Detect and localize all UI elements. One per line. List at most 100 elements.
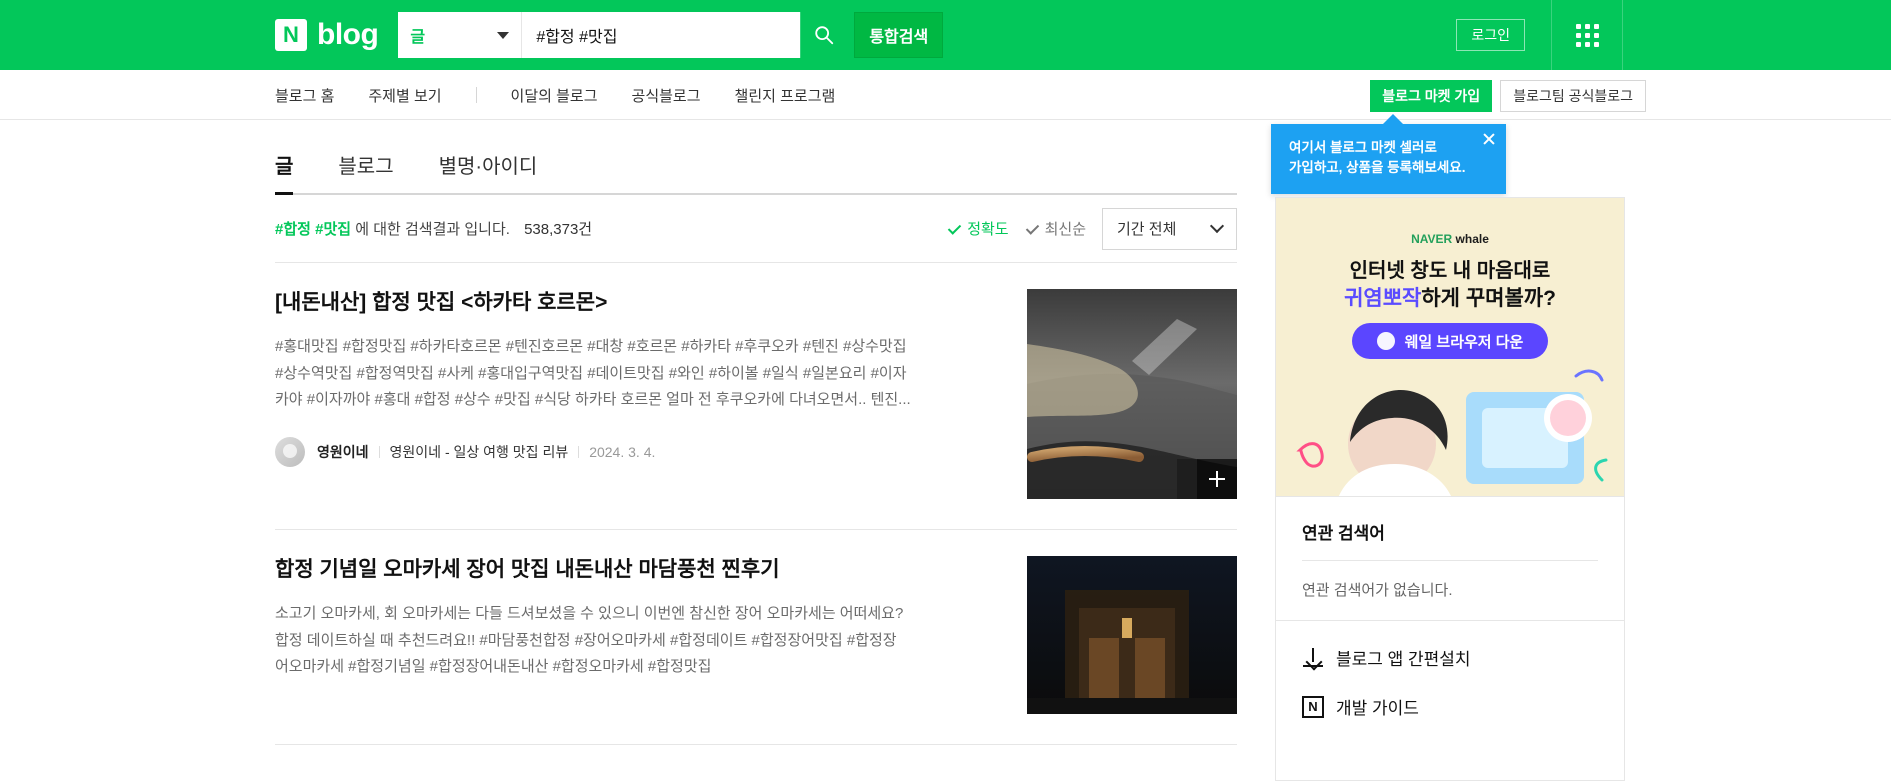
snippet-line: 어오마카세 #합정기념일 #합정장어내돈내산 #합정오마카세 #합정맛집	[275, 657, 712, 675]
subnav-challenge-program[interactable]: 챌린지 프로그램	[735, 85, 836, 106]
snippet-line: 소고기 오마카세, 회 오마카세는 다들 드셔보셨을 수 있으니 이번엔 참신한…	[275, 605, 904, 623]
ad-cta-label: 웨일 브라우저 다운	[1404, 333, 1524, 351]
post-snippet[interactable]: 소고기 오마카세, 회 오마카세는 다들 드셔보셨을 수 있으니 이번엔 참신한…	[275, 601, 1010, 680]
naver-logo-mark-text: N	[283, 22, 299, 47]
sort-accuracy[interactable]: 정확도	[947, 218, 1008, 239]
result-post: [내돈내산] 합정 맛집 <하카타 호르몬> #홍대맛집 #합정맛집 #하카타호…	[275, 263, 1237, 530]
snippet-line: 합정 데이트하실 때 추천드려요!! #마담풍천합정 #장어오마카세 #합정데이…	[275, 631, 897, 649]
ad-line-2: 귀염뽀작하게 꾸며볼까?	[1276, 282, 1624, 312]
ad-line-2-purple: 귀염뽀작	[1344, 287, 1422, 310]
avatar[interactable]	[275, 437, 305, 468]
chevron-down-icon	[1209, 218, 1225, 233]
naver-blog-logo[interactable]: N blog	[275, 19, 379, 51]
search-scope-value: 글	[410, 29, 426, 46]
results-summary: #합정 #맛집 에 대한 검색결과 입니다. 538,373건	[275, 218, 592, 239]
ad-line-1: 인터넷 창도 내 마음대로	[1349, 260, 1551, 282]
post-thumbnail[interactable]	[1027, 556, 1237, 714]
ad-illustration	[1296, 369, 1608, 496]
apps-button[interactable]	[1551, 0, 1623, 70]
search-input[interactable]	[522, 12, 801, 58]
apps-grid-dot	[1593, 23, 1599, 29]
related-searches: 연관 검색어 연관 검색어가 없습니다.	[1275, 497, 1625, 621]
ad-brand-left: NAVER	[1411, 232, 1453, 246]
subnav-monthly-blog[interactable]: 이달의 블로그	[511, 85, 598, 106]
results-summary-row: #합정 #맛집 에 대한 검색결과 입니다. 538,373건 정확도 최신순 …	[275, 195, 1237, 263]
market-join-tooltip: 여기서 블로그 마켓 셀러로 가입하고, 상품을 등록해보세요.	[1271, 114, 1506, 194]
sort-latest-label: 최신순	[1044, 221, 1086, 238]
post-title[interactable]: [내돈내산] 합정 맛집 <하카타 호르몬>	[275, 289, 1010, 316]
subnav-official-blog[interactable]: 공식블로그	[632, 85, 701, 106]
ad-cta-button[interactable]: 웨일 브라우저 다운	[1352, 323, 1548, 359]
apps-grid-dot	[1575, 32, 1581, 38]
integrated-search-button[interactable]: 통합검색	[854, 12, 944, 58]
search-scope-select[interactable]: 글	[398, 12, 523, 58]
tooltip-line-2: 가입하고, 상품을 등록해보세요.	[1289, 159, 1466, 175]
apps-grid-dot	[1575, 41, 1581, 47]
blog-app-install-link[interactable]: 블로그 앱 간편설치	[1276, 621, 1624, 670]
post-body: [내돈내산] 합정 맛집 <하카타 호르몬> #홍대맛집 #합정맛집 #하카타호…	[275, 289, 1010, 499]
subnav-topic-view[interactable]: 주제별 보기	[368, 85, 441, 106]
related-searches-title: 연관 검색어	[1302, 497, 1598, 561]
n-icon: N	[1302, 695, 1324, 718]
check-icon	[1025, 222, 1039, 236]
search-button[interactable]	[800, 12, 847, 58]
tab-posts[interactable]: 글	[275, 150, 294, 195]
sort-latest[interactable]: 최신순	[1025, 218, 1086, 239]
blog-app-install-label: 블로그 앱 간편설치	[1336, 650, 1471, 669]
post-meta: 영원이네 영원이네 - 일상 여행 맛집 리뷰 2024. 3. 4.	[275, 437, 1010, 468]
apps-grid-icon	[1575, 23, 1599, 47]
sub-navigation: 블로그 홈 주제별 보기 이달의 블로그 공식블로그 챌린지 프로그램 블로그 …	[0, 70, 1891, 120]
related-searches-empty: 연관 검색어가 없습니다.	[1302, 582, 1453, 599]
search-results: 글 블로그 별명·아이디 #합정 #맛집 에 대한 검색결과 입니다. 538,…	[275, 120, 1237, 745]
post-title[interactable]: 합정 기념일 오마카세 장어 맛집 내돈내산 마담풍천 찐후기	[275, 556, 1010, 583]
top-right-area: 로그인	[1415, 0, 1891, 70]
whale-ad-banner[interactable]: NAVER whale 인터넷 창도 내 마음대로 귀염뽀작하게 꾸며볼까? 웨…	[1275, 197, 1625, 497]
download-icon	[1302, 647, 1324, 669]
close-icon[interactable]	[1482, 132, 1496, 146]
post-title-prefix: [내돈내산]	[275, 291, 373, 314]
apps-grid-dot	[1593, 32, 1599, 38]
snippet-line: 카야 #이자까야 #홍대 #합정 #상수 #맛집 #식당 하카타 호르몬 얼마 …	[275, 390, 911, 408]
sidebar-links: 블로그 앱 간편설치 N 개발 가이드	[1275, 621, 1625, 781]
check-icon	[947, 222, 961, 236]
naver-logo-mark: N	[275, 19, 307, 51]
result-post: 합정 기념일 오마카세 장어 맛집 내돈내산 마담풍천 찐후기 소고기 오마카세…	[275, 530, 1237, 745]
tab-blogs[interactable]: 블로그	[338, 150, 393, 193]
top-bar: N blog 글 통합검색 로그인	[0, 0, 1891, 70]
post-snippet[interactable]: #홍대맛집 #합정맛집 #하카타호르몬 #텐진호르몬 #대창 #호르몬 #하카타…	[275, 334, 1010, 413]
ad-brand: NAVER whale	[1276, 232, 1624, 246]
tab-nickname-id[interactable]: 별명·아이디	[439, 150, 538, 193]
apps-grid-dot	[1584, 32, 1590, 38]
login-button[interactable]: 로그인	[1456, 19, 1525, 51]
results-controls: 정확도 최신순 기간 전체	[947, 207, 1237, 250]
expand-icon[interactable]	[1197, 459, 1237, 499]
post-title-bold: 합정 맛집	[372, 291, 456, 314]
author-name[interactable]: 영원이네	[317, 442, 369, 462]
apps-grid-dot	[1584, 41, 1590, 47]
subnav-blog-home[interactable]: 블로그 홈	[275, 85, 334, 106]
blog-team-official-button[interactable]: 블로그팀 공식블로그	[1500, 80, 1646, 112]
blog-market-join-button[interactable]: 블로그 마켓 가입	[1370, 80, 1493, 112]
subnav-right-buttons: 블로그 마켓 가입 블로그팀 공식블로그	[1370, 80, 1646, 112]
right-sidebar: NAVER whale 인터넷 창도 내 마음대로 귀염뽀작하게 꾸며볼까? 웨…	[1275, 197, 1625, 781]
period-select[interactable]: 기간 전체	[1102, 207, 1237, 250]
post-body: 합정 기념일 오마카세 장어 맛집 내돈내산 마담풍천 찐후기 소고기 오마카세…	[275, 556, 1010, 714]
subnav-divider	[475, 87, 477, 103]
results-desc: 에 대한 검색결과 입니다.	[355, 221, 510, 238]
results-tags: #합정 #맛집	[275, 221, 352, 238]
search-bar: 글	[398, 12, 847, 58]
post-thumbnail[interactable]	[1027, 289, 1237, 499]
meta-divider	[578, 446, 580, 459]
dev-guide-link[interactable]: N 개발 가이드	[1276, 670, 1624, 719]
post-date: 2024. 3. 4.	[589, 444, 656, 461]
snippet-line: #상수역맛집 #합정역맛집 #사케 #홍대입구역맛집 #데이트맛집 #와인 #하…	[275, 364, 907, 382]
whale-icon	[1376, 332, 1395, 350]
blog-name[interactable]: 영원이네 - 일상 여행 맛집 리뷰	[390, 442, 569, 462]
apps-grid-dot	[1593, 41, 1599, 47]
search-icon	[815, 26, 833, 45]
result-tabs: 글 블로그 별명·아이디	[275, 120, 1237, 195]
meta-divider	[378, 446, 380, 459]
thumbnail-image	[1027, 556, 1237, 714]
post-title-text: 합정 기념일 오마카세 장어 맛집 내돈내산 마담풍천 찐후기	[275, 558, 780, 581]
post-title-suffix: <하카타 호르몬>	[455, 291, 608, 314]
